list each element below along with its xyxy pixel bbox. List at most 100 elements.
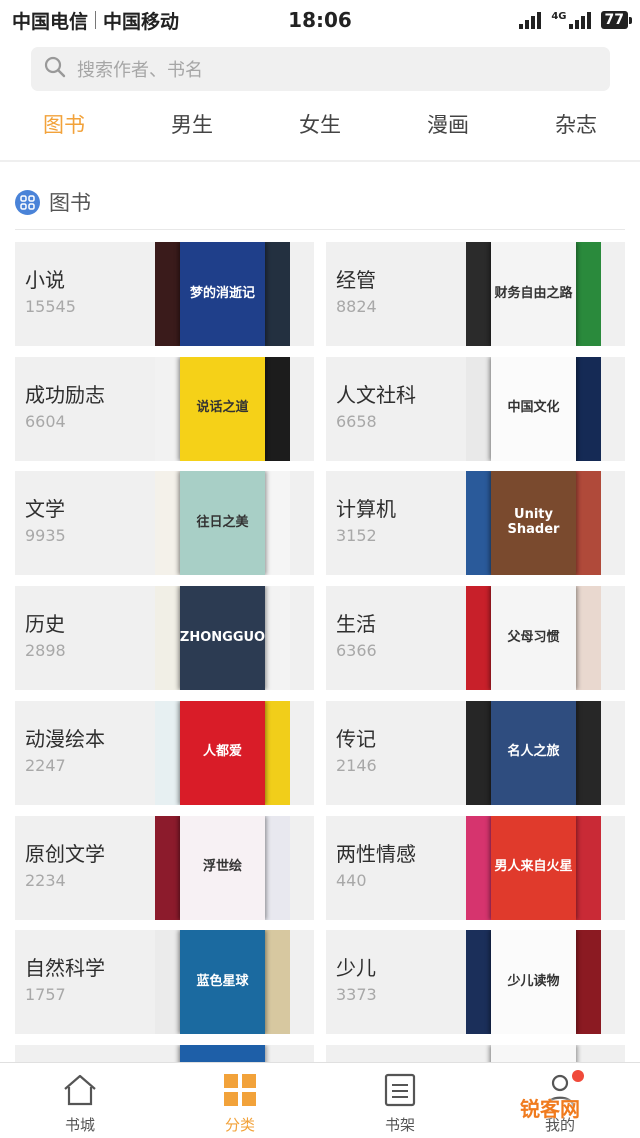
book-cover: [263, 700, 290, 805]
book-cover-title: ZHONGGUO: [179, 629, 266, 645]
book-cover: 中国文化: [491, 356, 576, 461]
book-cover: [574, 586, 601, 691]
category-count: 9935: [25, 526, 66, 546]
book-cover: [574, 700, 601, 805]
category-count: 8824: [336, 297, 377, 316]
book-cover: 少儿读物: [491, 930, 576, 1035]
network-type-label: 4G: [551, 10, 567, 22]
book-cover: [491, 1045, 576, 1062]
book-cover: [263, 815, 290, 920]
category-count: 3373: [336, 985, 377, 1005]
category-card[interactable]: 传记 2146 名人之旅: [326, 700, 625, 805]
category-count: 2898: [25, 641, 66, 661]
category-name: 传记: [336, 726, 376, 751]
tab-magazines[interactable]: 杂志: [555, 96, 597, 154]
status-bar: 中国电信 中国移动 18:06 4G 77: [0, 0, 640, 40]
category-card-partial[interactable]: [15, 1045, 314, 1062]
book-cover: [263, 930, 290, 1035]
category-count: 2146: [336, 755, 377, 775]
category-card[interactable]: 历史 2898 ZHONGGUO: [15, 586, 314, 691]
book-cover: 往日之美: [180, 471, 265, 576]
watermark: 锐客网: [520, 1093, 580, 1122]
signal-icon-2: [568, 11, 591, 29]
category-count: 6366: [336, 641, 377, 661]
home-icon: [62, 1072, 98, 1108]
search-placeholder: 搜索作者、书名: [77, 60, 203, 81]
category-card[interactable]: 原创文学 2234 浮世绘: [15, 815, 314, 920]
category-card[interactable]: 经管 8824 财务自由之路: [326, 242, 625, 346]
category-name: 自然科学: [25, 956, 105, 981]
bottom-tab-label: 分类: [224, 1116, 255, 1134]
bottom-tab-bookshelf[interactable]: 书架: [320, 1063, 480, 1138]
section-divider: [15, 229, 625, 230]
category-card[interactable]: 少儿 3373 少儿读物: [326, 930, 625, 1035]
book-cover: 说话之道: [180, 356, 265, 461]
category-name: 原创文学: [25, 841, 105, 866]
signal-icon: [519, 11, 542, 29]
book-cover: 名人之旅: [491, 700, 576, 805]
category-name: 成功励志: [25, 382, 105, 407]
category-card[interactable]: 动漫绘本 2247 人都爱: [15, 700, 314, 805]
category-card[interactable]: 人文社科 6658 中国文化: [326, 356, 625, 461]
book-cover-title: Unity Shader: [507, 507, 560, 538]
tab-comics[interactable]: 漫画: [427, 96, 469, 154]
section-title: 图书: [49, 191, 91, 215]
category-name: 人文社科: [336, 382, 416, 407]
book-cover-title: 往日之美: [196, 514, 249, 530]
carrier-2: 中国移动: [103, 10, 180, 33]
book-cover: [263, 471, 290, 576]
category-count: 3152: [336, 526, 377, 546]
category-grid-icon: [224, 1072, 256, 1108]
category-card-partial[interactable]: [326, 1045, 625, 1062]
category-name: 少儿: [336, 956, 376, 981]
bottom-tab-bookstore[interactable]: 书城: [0, 1063, 160, 1138]
category-card[interactable]: 计算机 3152 Unity Shader: [326, 471, 625, 576]
book-cover-title: 人都爱: [202, 744, 242, 760]
category-name: 动漫绘本: [25, 726, 105, 751]
search-icon: [43, 55, 67, 83]
book-cover: 人都爱: [180, 700, 265, 805]
tab-male[interactable]: 男生: [171, 96, 213, 154]
category-count: 440: [336, 870, 367, 890]
tab-books[interactable]: 图书: [43, 96, 85, 154]
section-header: 图书: [15, 187, 91, 217]
category-count: 6604: [25, 411, 66, 431]
bookshelf-icon: [384, 1072, 416, 1108]
book-cover-title: 说话之道: [196, 400, 249, 416]
watermark-text: 锐客网: [520, 1097, 580, 1121]
category-count: 2234: [25, 870, 66, 890]
book-cover: 男人来自火星: [491, 815, 576, 920]
notification-badge: [572, 1070, 584, 1082]
tab-female[interactable]: 女生: [299, 96, 341, 154]
grid-icon: [15, 189, 40, 215]
category-name: 两性情感: [336, 841, 416, 866]
category-count: 6658: [336, 411, 377, 431]
category-card[interactable]: 自然科学 1757 蓝色星球: [15, 930, 314, 1035]
category-card[interactable]: 生活 6366 父母习惯: [326, 586, 625, 691]
category-count: 1757: [25, 985, 66, 1005]
bottom-tab-label: 书城: [64, 1116, 95, 1134]
book-cover: [263, 242, 290, 346]
book-cover-title: 男人来自火星: [494, 859, 573, 875]
book-cover: 梦的消逝记: [180, 242, 265, 346]
book-cover-title: 少儿读物: [507, 973, 560, 989]
category-card[interactable]: 文学 9935 往日之美: [15, 471, 314, 576]
category-count: 2247: [25, 755, 66, 775]
category-count: 15545: [25, 297, 76, 316]
category-name: 历史: [25, 612, 65, 637]
carrier-separator: [95, 11, 97, 29]
category-card[interactable]: 成功励志 6604 说话之道: [15, 356, 314, 461]
category-name: 经管: [336, 268, 376, 292]
book-cover-title: 浮世绘: [202, 859, 242, 875]
book-cover: 父母习惯: [491, 586, 576, 691]
bottom-tab-category[interactable]: 分类: [160, 1063, 320, 1138]
carrier-1: 中国电信: [12, 10, 89, 33]
book-cover-title: 蓝色星球: [196, 973, 249, 989]
book-cover-title: 父母习惯: [507, 629, 560, 645]
category-card[interactable]: 小说 15545 梦的消逝记: [15, 242, 314, 346]
divider: [0, 160, 640, 162]
book-cover: 蓝色星球: [180, 930, 265, 1035]
bottom-tab-label: 书架: [384, 1116, 415, 1134]
search-bar[interactable]: 搜索作者、书名: [31, 47, 610, 91]
category-card[interactable]: 两性情感 440 男人来自火星: [326, 815, 625, 920]
